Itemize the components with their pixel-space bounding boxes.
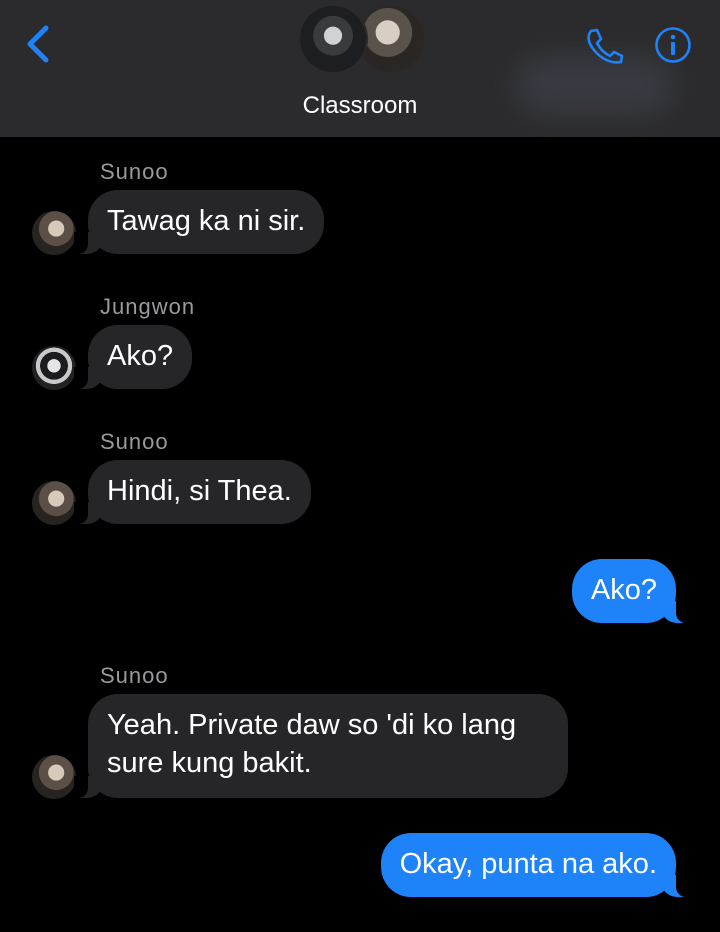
message-bubble[interactable]: Tawag ka ni sir. [73,190,325,254]
avatar[interactable] [32,211,76,255]
avatar[interactable] [32,346,76,390]
sender-name: Sunoo [100,663,169,688]
sender-name: Sunoo [100,159,169,184]
avatar[interactable] [32,755,76,799]
message-bubble[interactable]: Hindi, si Thea. [74,460,311,524]
message-bubble[interactable]: Yeah. Private daw so 'di ko lang sure ku… [74,694,568,798]
chat-header: Classroom [0,0,720,137]
member-avatar-jungwon [298,4,368,74]
message-bubble-outgoing[interactable]: Ako? [571,559,691,623]
info-icon [655,27,691,63]
info-button[interactable] [654,26,692,64]
sender-name: Sunoo [100,429,169,454]
message-bubble-outgoing[interactable]: Okay, punta na ako. [380,833,691,897]
sender-name: Jungwon [100,294,196,319]
call-button[interactable] [582,26,626,66]
avatar[interactable] [32,481,76,525]
back-button[interactable] [22,22,58,66]
phone-icon [587,28,624,64]
chevron-left-icon [27,25,49,63]
group-avatar[interactable] [298,4,426,76]
chat-title[interactable]: Classroom [0,92,720,120]
message-bubble[interactable]: Ako? [73,325,193,389]
